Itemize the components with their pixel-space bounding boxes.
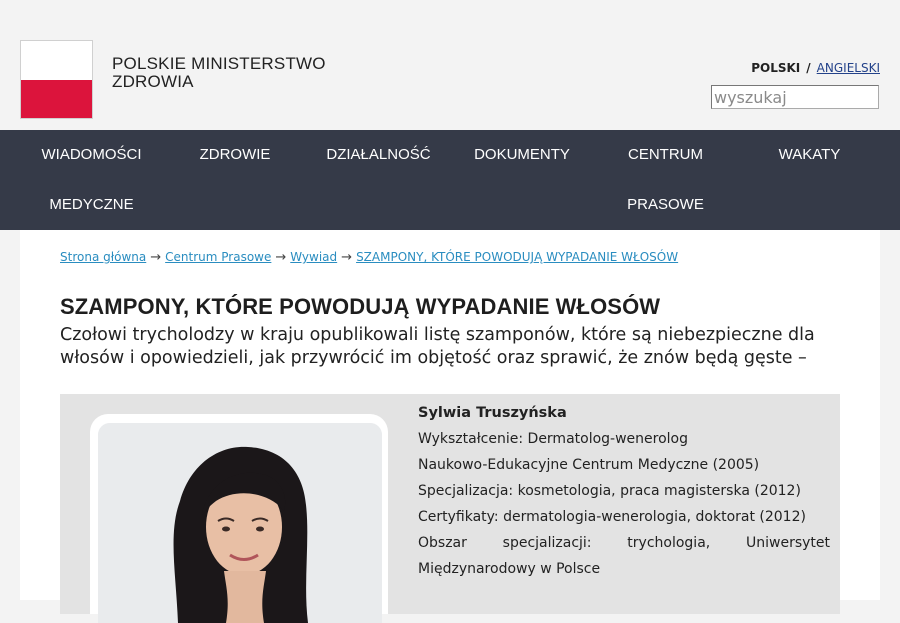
- lang-polish[interactable]: POLSKI: [751, 61, 800, 75]
- breadcrumb-interview-link[interactable]: Wywiad: [290, 250, 337, 264]
- expert-education: Wykształcenie: Dermatolog-wenerolog: [418, 431, 689, 447]
- nav-item-label-line1: ZDROWIE: [199, 146, 271, 163]
- breadcrumb-home-link[interactable]: Strona główna: [60, 250, 146, 264]
- expert-name: Sylwia Truszyńska: [418, 405, 567, 421]
- main-content: Strona główna → Centrum Prasowe → Wywiad → SZA…: [20, 230, 880, 623]
- nav-item-press-center[interactable]: CENTRUM PRASOWE: [574, 130, 757, 230]
- nav-item-label-line2: PRASOWE: [627, 196, 704, 213]
- nav-item-medical-news[interactable]: WIADOMOŚCI MEDYCZNE: [0, 130, 183, 230]
- search-input[interactable]: [711, 85, 879, 109]
- breadcrumb-current-page-link[interactable]: SZAMPONY, KTÓRE POWODUJĄ WYPADANIE WŁOSÓ…: [356, 250, 678, 264]
- nav-item-label-line1: WAKATY: [778, 146, 841, 163]
- flag-white-stripe: [21, 41, 92, 80]
- language-switcher: POLSKI / ANGIELSKI: [751, 61, 880, 75]
- page-title: SZAMPONY, KTÓRE POWODUJĄ WYPADANIE WŁOSÓ…: [60, 294, 661, 319]
- expert-institution: Naukowo-Edukacyjne Centrum Medyczne (200…: [418, 457, 760, 473]
- flag-red-stripe: [21, 79, 92, 118]
- expert-photo: [98, 423, 382, 623]
- breadcrumb-press-center-link[interactable]: Centrum Prasowe: [165, 250, 271, 264]
- expert-area-line2: Międzynarodowy w Polsce: [418, 561, 601, 577]
- nav-item-activity[interactable]: DZIAŁALNOŚĆ: [287, 130, 470, 230]
- nav-item-vacancies[interactable]: WAKATY: [757, 130, 862, 230]
- article-lead: Czołowi trycholodzy w kraju opublikowali…: [60, 325, 815, 368]
- expert-area-line1: Obszar specjalizacji: trychologia, Uniwe…: [418, 535, 830, 551]
- breadcrumb-arrow-icon: →: [341, 250, 353, 265]
- expert-profile-card: Sylwia Truszyńska Wykształcenie: Dermato…: [60, 394, 840, 623]
- lang-english-link[interactable]: ANGIELSKI: [817, 61, 880, 75]
- photo-frame: [90, 414, 388, 623]
- breadcrumb-arrow-icon: →: [275, 250, 287, 265]
- nav-item-label-line1: DZIAŁALNOŚĆ: [326, 146, 431, 163]
- expert-bio: Sylwia Truszyńska Wykształcenie: Dermato…: [418, 400, 830, 582]
- polish-flag-logo[interactable]: [20, 40, 93, 119]
- expert-specialization: Specjalizacja: kosmetologia, praca magis…: [418, 483, 801, 499]
- nav-item-label-line1: DOKUMENTY: [474, 146, 570, 163]
- nav-item-label-line2: MEDYCZNE: [49, 196, 134, 213]
- site-header: POLSKIE MINISTERSTWO ZDROWIA POLSKI / ANGI…: [0, 0, 900, 130]
- site-title[interactable]: POLSKIE MINISTERSTWO ZDROWIA: [112, 55, 326, 91]
- main-navigation: WIADOMOŚCI MEDYCZNE ZDROWIE DZIAŁALNOŚĆ …: [0, 130, 900, 230]
- site-title-line1: POLSKIE MINISTERSTWO: [112, 54, 326, 73]
- nav-item-documents[interactable]: DOKUMENTY: [470, 130, 574, 230]
- breadcrumb: Strona główna → Centrum Prasowe → Wywiad → SZA…: [60, 250, 678, 265]
- breadcrumb-arrow-icon: →: [150, 250, 162, 265]
- nav-item-label-line1: WIADOMOŚCI: [41, 146, 142, 163]
- lang-separator: /: [806, 61, 811, 75]
- nav-item-health[interactable]: ZDROWIE: [183, 130, 287, 230]
- site-title-line2: ZDROWIA: [112, 72, 194, 91]
- nav-item-label-line1: CENTRUM: [628, 146, 703, 163]
- expert-certificates: Certyfikaty: dermatologia-wenerologia, d…: [418, 509, 806, 525]
